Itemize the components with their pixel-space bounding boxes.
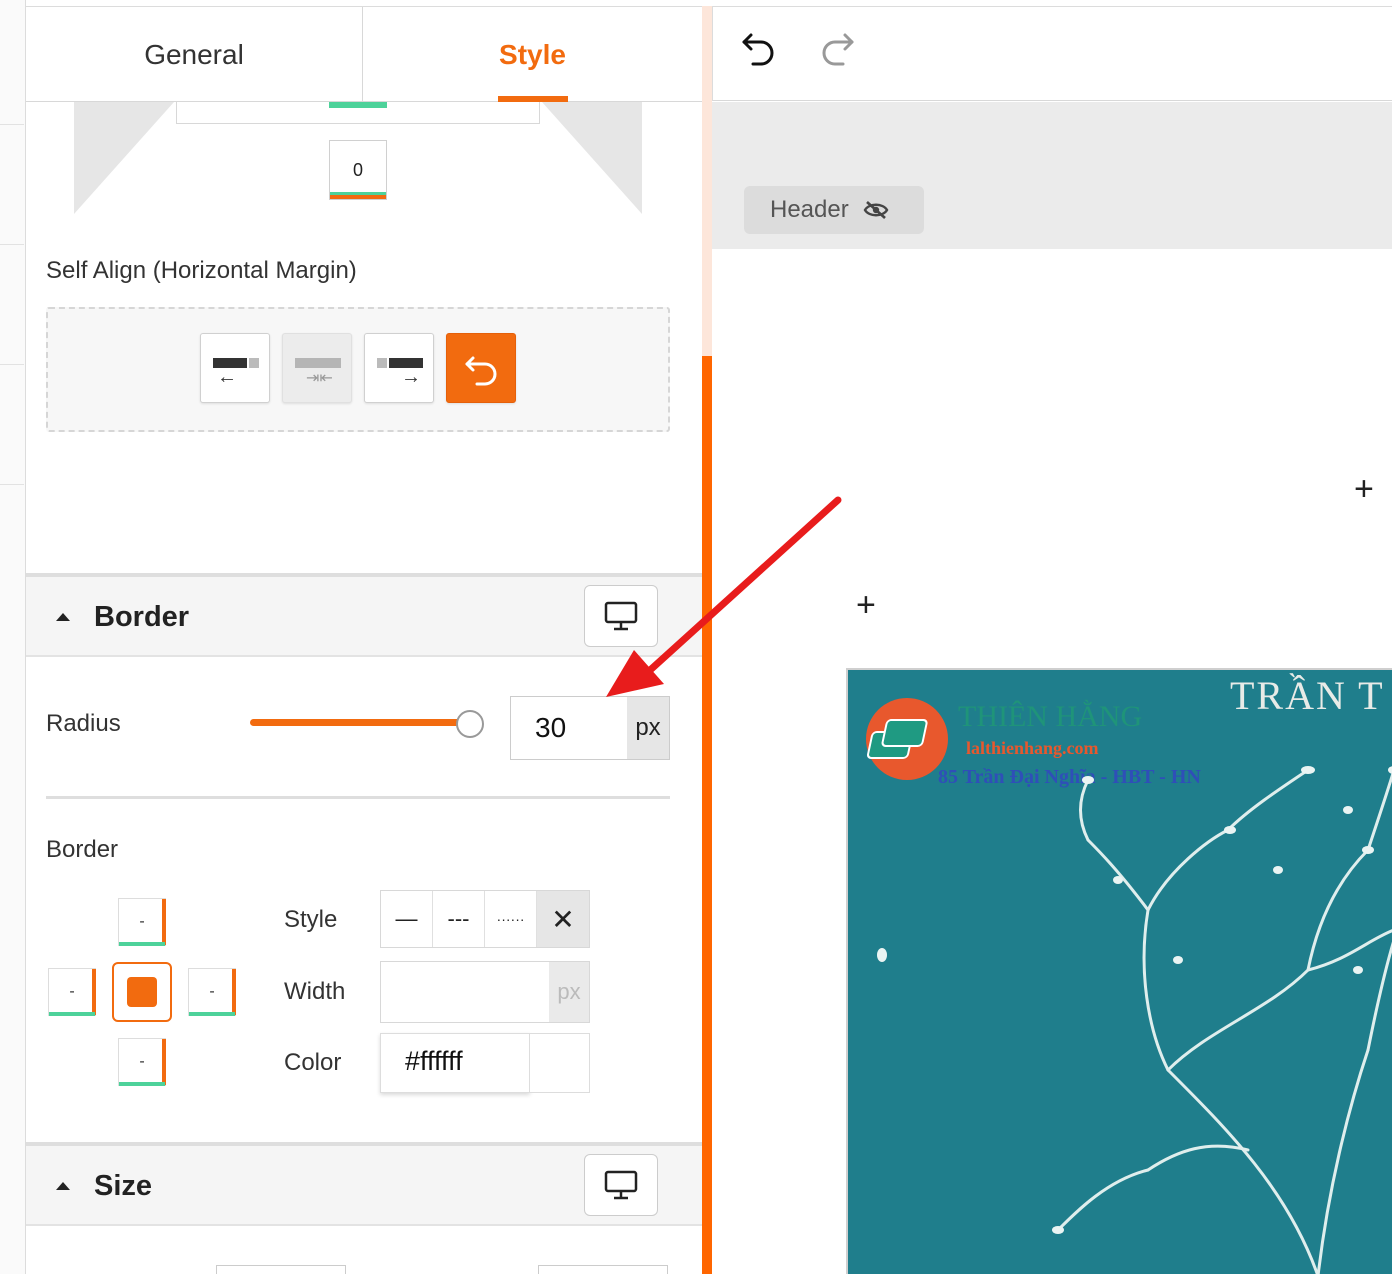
align-left-button[interactable]: ← bbox=[200, 333, 270, 403]
border-label: Border bbox=[46, 836, 119, 863]
size-section-title: Size bbox=[94, 1170, 153, 1202]
style-dotted-option[interactable]: ······ bbox=[485, 891, 538, 947]
side-orange-indicator bbox=[232, 969, 236, 1015]
section-divider bbox=[46, 796, 670, 799]
arrow-left-icon: ← bbox=[217, 366, 237, 388]
collapse-triangle-icon bbox=[56, 1182, 70, 1190]
strip-divider bbox=[0, 244, 24, 245]
undo-icon bbox=[465, 356, 497, 386]
border-right-value: - bbox=[209, 983, 215, 1000]
border-style-selector: — --- ······ ✕ bbox=[380, 890, 590, 948]
border-top-input[interactable]: - bbox=[118, 898, 166, 946]
eye-off-icon[interactable] bbox=[863, 200, 889, 220]
border-color-input[interactable]: #ffffff bbox=[380, 1033, 530, 1093]
self-align-group bbox=[46, 307, 670, 432]
radius-unit: px bbox=[627, 697, 669, 759]
border-section-header[interactable]: Border bbox=[26, 573, 702, 657]
size-width-input[interactable] bbox=[216, 1265, 346, 1274]
side-green-indicator bbox=[119, 942, 165, 946]
responsive-device-button[interactable] bbox=[584, 585, 658, 647]
side-orange-indicator bbox=[162, 899, 166, 945]
border-section-title: Border bbox=[94, 601, 190, 633]
panel-tabs: General Style bbox=[26, 7, 702, 102]
border-style-label: Style bbox=[284, 906, 338, 933]
panel-resize-handle[interactable] bbox=[702, 356, 712, 1274]
redo-icon[interactable] bbox=[817, 29, 857, 71]
border-link-all-button[interactable] bbox=[112, 962, 172, 1022]
style-dashed-option[interactable]: --- bbox=[433, 891, 486, 947]
strip-divider bbox=[0, 364, 24, 365]
canvas-toolbar bbox=[712, 6, 1392, 101]
border-color-label: Color bbox=[284, 1049, 342, 1076]
add-element-icon[interactable]: + bbox=[856, 588, 876, 622]
add-section-icon[interactable]: + bbox=[1354, 472, 1374, 506]
border-width-label: Width bbox=[284, 978, 346, 1005]
arrow-right-icon: → bbox=[401, 366, 421, 388]
margin-diagram-right bbox=[542, 102, 642, 214]
responsive-device-button[interactable] bbox=[584, 1154, 658, 1216]
radius-slider-thumb[interactable] bbox=[456, 710, 484, 738]
side-green-indicator bbox=[189, 1012, 235, 1016]
style-solid-option[interactable]: — bbox=[381, 891, 434, 947]
size-height-input[interactable] bbox=[538, 1265, 668, 1274]
align-center-bar bbox=[295, 358, 341, 368]
link-all-indicator bbox=[127, 977, 157, 1007]
strip-divider bbox=[0, 484, 24, 485]
book-cover-image[interactable]: TRẦN T THIÊN HẰNG lalthienhang.com 85 Tr… bbox=[846, 668, 1392, 1274]
padding-bottom-bar bbox=[176, 102, 540, 124]
collapse-triangle-icon bbox=[56, 613, 70, 621]
border-width-input[interactable]: px bbox=[380, 961, 590, 1023]
style-none-option[interactable]: ✕ bbox=[537, 891, 589, 947]
left-edge-strip bbox=[0, 0, 26, 1274]
border-color-swatch[interactable] bbox=[530, 1033, 590, 1093]
border-top-value: - bbox=[139, 913, 145, 930]
border-right-input[interactable]: - bbox=[188, 968, 236, 1016]
radius-slider-track[interactable] bbox=[250, 719, 472, 726]
header-chip-label: Header bbox=[770, 196, 849, 223]
tab-style[interactable]: Style bbox=[364, 7, 701, 102]
desktop-icon bbox=[604, 601, 638, 631]
border-bottom-input[interactable]: - bbox=[118, 1038, 166, 1086]
tab-style-label: Style bbox=[499, 38, 566, 70]
self-align-label: Self Align (Horizontal Margin) bbox=[46, 257, 357, 284]
border-left-input[interactable]: - bbox=[48, 968, 96, 1016]
align-left-space bbox=[249, 358, 259, 368]
collapse-icon: ⇥⇤ bbox=[306, 370, 333, 387]
margin-bottom-input[interactable]: 0 bbox=[329, 140, 387, 200]
border-width-unit: px bbox=[549, 962, 589, 1022]
desktop-icon bbox=[604, 1170, 638, 1200]
align-right-space bbox=[377, 358, 387, 368]
radius-value: 30 bbox=[535, 712, 567, 743]
padding-indicator bbox=[329, 102, 387, 108]
align-center-button[interactable]: ⇥⇤ bbox=[282, 333, 352, 403]
strip-divider bbox=[0, 124, 24, 125]
side-green-indicator bbox=[119, 1082, 165, 1086]
margin-bottom-value: 0 bbox=[352, 159, 363, 180]
size-section-header[interactable]: Size bbox=[26, 1142, 702, 1226]
margin-orange-indicator bbox=[330, 195, 386, 199]
side-orange-indicator bbox=[162, 1039, 166, 1085]
tree-illustration bbox=[877, 766, 1392, 1274]
tab-general[interactable]: General bbox=[26, 7, 363, 102]
undo-icon[interactable] bbox=[739, 29, 779, 71]
panel-resize-track bbox=[702, 6, 712, 356]
side-orange-indicator bbox=[92, 969, 96, 1015]
radius-input[interactable]: 30 px bbox=[510, 696, 670, 760]
style-panel: General Style 0 Self Align (Horizontal M… bbox=[26, 6, 702, 1274]
border-bottom-value: - bbox=[139, 1053, 145, 1070]
radius-label: Radius bbox=[46, 710, 121, 737]
align-right-button[interactable]: → bbox=[364, 333, 434, 403]
align-reset-button[interactable] bbox=[446, 333, 516, 403]
header-section-chip[interactable]: Header bbox=[744, 186, 924, 234]
tab-general-label: General bbox=[144, 38, 244, 70]
border-left-value: - bbox=[69, 983, 75, 1000]
margin-diagram-left bbox=[74, 102, 174, 214]
side-green-indicator bbox=[49, 1012, 95, 1016]
